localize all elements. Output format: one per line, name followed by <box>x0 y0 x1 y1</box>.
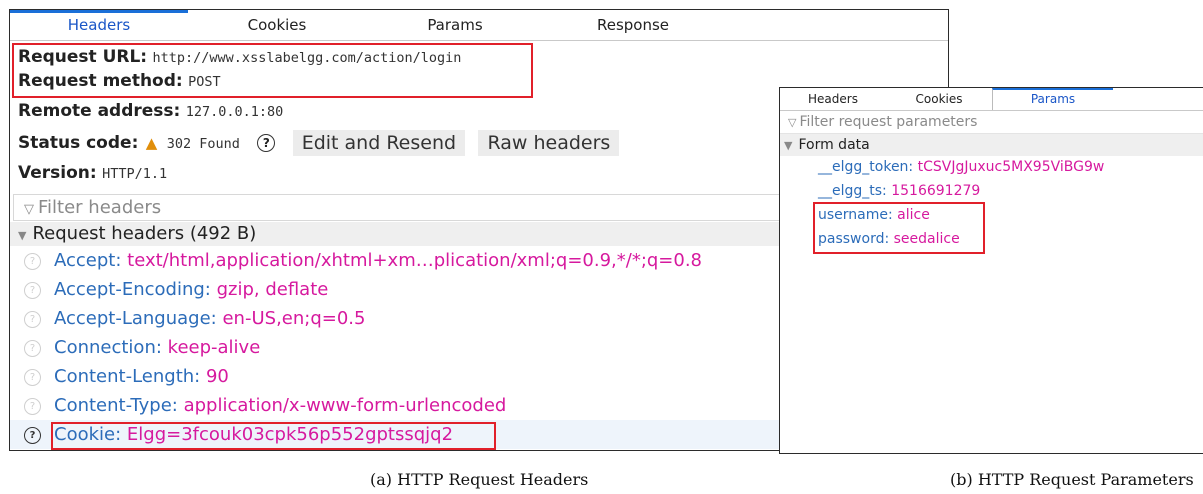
header-value: gzip, deflate <box>216 279 329 300</box>
request-headers-title: Request headers (492 B) <box>32 223 257 244</box>
header-value: en-US,en;q=0.5 <box>222 308 366 329</box>
raw-headers-button[interactable]: Raw headers <box>478 130 620 156</box>
tab-headers[interactable]: Headers <box>10 10 188 40</box>
filter-params-input[interactable]: ▽ Filter request parameters <box>780 111 1203 134</box>
header-value: text/html,application/xhtml+xm…plication… <box>127 250 703 271</box>
version-value: HTTP/1.1 <box>102 166 168 182</box>
tab-params[interactable]: Params <box>992 88 1113 110</box>
help-icon[interactable]: ? <box>24 398 41 415</box>
param-value: tCSVJgJuxuc5MX95ViBG9w <box>917 159 1105 175</box>
param-name: __elgg_token: <box>818 159 914 175</box>
request-method-row: Request method: POST <box>18 71 221 91</box>
header-name: Accept-Encoding: <box>54 279 211 300</box>
status-code-label: Status code: <box>18 133 139 153</box>
expand-triangle-icon: ▼ <box>784 139 793 152</box>
param-value: 1516691279 <box>891 183 981 199</box>
header-value: keep-alive <box>167 337 261 358</box>
form-data-title: Form data <box>798 137 870 153</box>
header-name: Content-Type: <box>54 395 178 416</box>
request-url-value: http://www.xsslabelgg.com/action/login <box>152 50 462 66</box>
help-icon[interactable]: ? <box>257 134 276 152</box>
filter-funnel-icon: ▽ <box>788 116 797 129</box>
header-name: Connection: <box>54 337 162 358</box>
tab-cookies[interactable]: Cookies <box>188 10 366 40</box>
tab-params[interactable]: Params <box>366 10 544 40</box>
filter-params-placeholder: Filter request parameters <box>799 114 978 130</box>
help-icon[interactable]: ? <box>24 369 41 386</box>
tab-bar: Headers Cookies Params Response <box>10 10 948 41</box>
header-value: application/x-www-form-urlencoded <box>183 395 507 416</box>
header-name: Content-Length: <box>54 366 201 387</box>
version-label: Version: <box>18 163 97 183</box>
edit-and-resend-button[interactable]: Edit and Resend <box>292 130 466 156</box>
tab-headers[interactable]: Headers <box>780 88 886 110</box>
filter-headers-placeholder: Filter headers <box>38 197 162 218</box>
header-name: Accept-Language: <box>54 308 217 329</box>
help-icon[interactable]: ? <box>24 282 41 299</box>
request-method-label: Request method: <box>18 71 183 91</box>
version-row: Version: HTTP/1.1 <box>18 163 167 183</box>
request-url-row: Request URL: http://www.xsslabelgg.com/a… <box>18 47 461 67</box>
request-url-label: Request URL: <box>18 47 148 67</box>
caption-b: (b) HTTP Request Parameters <box>950 470 1194 489</box>
request-params-panel: Headers Cookies Params ▽ Filter request p… <box>779 87 1203 454</box>
cookie-highlight-box <box>51 422 496 450</box>
header-name: Accept: <box>54 250 122 271</box>
help-icon[interactable]: ? <box>24 253 41 270</box>
tab-cookies[interactable]: Cookies <box>886 88 992 110</box>
credentials-highlight-box <box>813 202 985 254</box>
help-icon[interactable]: ? <box>24 340 41 357</box>
tab-bar: Headers Cookies Params <box>780 88 1203 111</box>
remote-address-row: Remote address: 127.0.0.1:80 <box>18 101 283 121</box>
param-elgg-ts: __elgg_ts: 1516691279 <box>818 183 980 199</box>
caption-a: (a) HTTP Request Headers <box>370 470 589 489</box>
status-code-value: 302 Found <box>166 136 240 152</box>
param-name: __elgg_ts: <box>818 183 887 199</box>
warning-triangle-icon: ▲ <box>145 134 158 152</box>
remote-address-value: 127.0.0.1:80 <box>185 104 284 120</box>
filter-funnel-icon: ▽ <box>24 202 34 217</box>
param-elgg-token: __elgg_token: tCSVJgJuxuc5MX95ViBG9w <box>818 159 1104 175</box>
form-data-section[interactable]: ▼ Form data <box>780 134 1203 156</box>
request-method-value: POST <box>188 74 221 90</box>
header-value: 90 <box>205 366 229 387</box>
tab-response[interactable]: Response <box>544 10 722 40</box>
help-icon[interactable]: ? <box>24 311 41 328</box>
expand-triangle-icon: ▼ <box>18 229 27 242</box>
remote-address-label: Remote address: <box>18 101 181 121</box>
status-code-row: Status code: ▲ 302 Found ? Edit and Rese… <box>18 130 627 156</box>
help-icon[interactable]: ? <box>24 427 41 444</box>
